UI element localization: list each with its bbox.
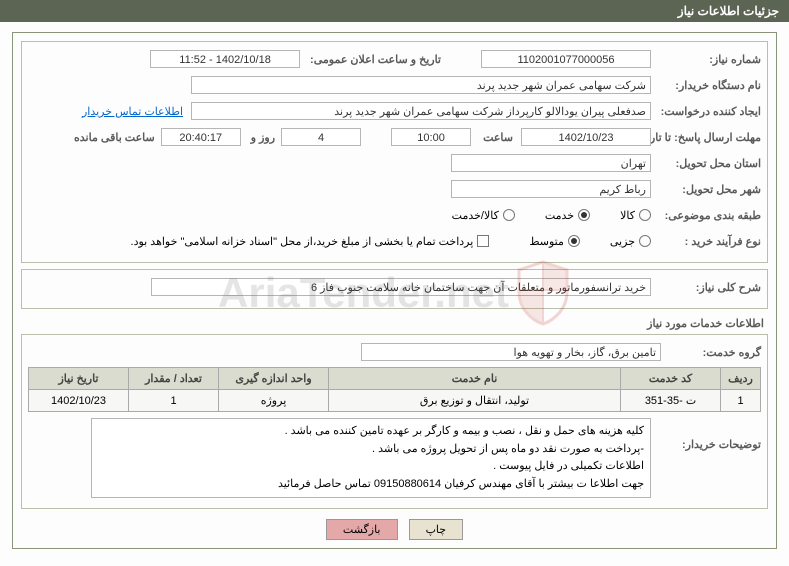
cell-code: ت -35-351 [621, 390, 721, 412]
radio-service[interactable]: خدمت [545, 209, 590, 222]
proc-medium-label: متوسط [529, 235, 564, 248]
cell-qty: 1 [129, 390, 219, 412]
requester-label: ایجاد کننده درخواست: [651, 105, 761, 118]
th-code: کد خدمت [621, 368, 721, 390]
radio-icon [578, 209, 590, 221]
group-text: تامین برق، گاز، بخار و تهویه هوا [361, 343, 661, 361]
buyer-org-label: نام دستگاه خریدار: [651, 79, 761, 92]
radio-icon [639, 209, 651, 221]
summary-text: خرید ترانسفورماتور و متعلقات آن جهت ساخت… [151, 278, 651, 296]
process-label: نوع فرآیند خرید : [651, 235, 761, 248]
deadline-date: 1402/10/23 [521, 128, 651, 146]
days-remain-label: روز و [247, 131, 275, 144]
checkbox-icon [477, 235, 489, 247]
services-fieldset: گروه خدمت: تامین برق، گاز، بخار و تهویه … [21, 334, 768, 509]
back-button[interactable]: بازگشت [326, 519, 398, 540]
cell-date: 1402/10/23 [29, 390, 129, 412]
table-row: 1 ت -35-351 تولید، انتقال و توزیع برق پر… [29, 390, 761, 412]
need-no-label: شماره نیاز: [651, 53, 761, 66]
payment-checkbox-group[interactable]: پرداخت تمام یا بخشی از مبلغ خرید،از محل … [131, 235, 490, 248]
announce-date-label: تاریخ و ساعت اعلان عمومی: [306, 53, 441, 66]
cat-both-label: کالا/خدمت [452, 209, 499, 222]
radio-medium[interactable]: متوسط [529, 235, 580, 248]
buyer-contact-link[interactable]: اطلاعات تماس خریدار [82, 105, 183, 118]
deadline-label: مهلت ارسال پاسخ: تا تاریخ: [651, 131, 761, 144]
radio-icon [503, 209, 515, 221]
button-bar: چاپ بازگشت [21, 519, 768, 540]
requester-value: صدفعلی پیران یودالالو کارپرداز شرکت سهام… [191, 102, 651, 120]
cat-service-label: خدمت [545, 209, 574, 222]
time-remain-label: ساعت باقی مانده [70, 131, 155, 144]
radio-goods[interactable]: کالا [620, 209, 651, 222]
city-label: شهر محل تحویل: [651, 183, 761, 196]
services-table: ردیف کد خدمت نام خدمت واحد اندازه گیری ت… [28, 367, 761, 412]
notes-line2: -پرداخت به صورت نقد دو ماه پس از تحویل پ… [98, 441, 644, 459]
time-label: ساعت [479, 131, 513, 144]
cell-row: 1 [721, 390, 761, 412]
radio-both[interactable]: کالا/خدمت [452, 209, 515, 222]
group-label: گروه خدمت: [661, 346, 761, 359]
buyer-org-value: شرکت سهامی عمران شهر جدید پرند [191, 76, 651, 94]
radio-icon [639, 235, 651, 247]
category-label: طبقه بندی موضوعی: [651, 209, 761, 222]
cell-unit: پروژه [219, 390, 329, 412]
notes-line3: اطلاعات تکمیلی در فایل پیوست . [98, 458, 644, 476]
notes-line1: کلیه هزینه های حمل و نقل ، نصب و بیمه و … [98, 423, 644, 441]
header-fieldset: شماره نیاز: 1102001077000056 تاریخ و ساع… [21, 41, 768, 263]
radio-icon [568, 235, 580, 247]
need-no-value: 1102001077000056 [481, 50, 651, 68]
notes-line4: جهت اطلاعا ت بیشتر با آقای مهندس کرفیان … [98, 476, 644, 494]
time-remain: 20:40:17 [161, 128, 241, 146]
announce-date-value: 1402/10/18 - 11:52 [150, 50, 300, 68]
summary-fieldset: شرح کلی نیاز: خرید ترانسفورماتور و متعلق… [21, 269, 768, 309]
province-value: تهران [451, 154, 651, 172]
th-row: ردیف [721, 368, 761, 390]
buyer-notes-label: توضیحات خریدار: [651, 418, 761, 451]
payment-note: پرداخت تمام یا بخشی از مبلغ خرید،از محل … [131, 235, 474, 248]
print-button[interactable]: چاپ [409, 519, 464, 540]
th-qty: تعداد / مقدار [129, 368, 219, 390]
cat-goods-label: کالا [620, 209, 635, 222]
main-panel: شماره نیاز: 1102001077000056 تاریخ و ساع… [12, 32, 777, 549]
summary-label: شرح کلی نیاز: [651, 281, 761, 294]
city-value: رباط کریم [451, 180, 651, 198]
services-section-title: اطلاعات خدمات مورد نیاز [25, 317, 764, 330]
province-label: استان محل تحویل: [651, 157, 761, 170]
proc-minor-label: جزیی [610, 235, 635, 248]
th-unit: واحد اندازه گیری [219, 368, 329, 390]
title-bar: جزئیات اطلاعات نیاز [0, 0, 789, 22]
cell-name: تولید، انتقال و توزیع برق [329, 390, 621, 412]
radio-minor[interactable]: جزیی [610, 235, 651, 248]
buyer-notes-box: کلیه هزینه های حمل و نقل ، نصب و بیمه و … [91, 418, 651, 498]
th-date: تاریخ نیاز [29, 368, 129, 390]
th-name: نام خدمت [329, 368, 621, 390]
deadline-time: 10:00 [391, 128, 471, 146]
days-remain: 4 [281, 128, 361, 146]
